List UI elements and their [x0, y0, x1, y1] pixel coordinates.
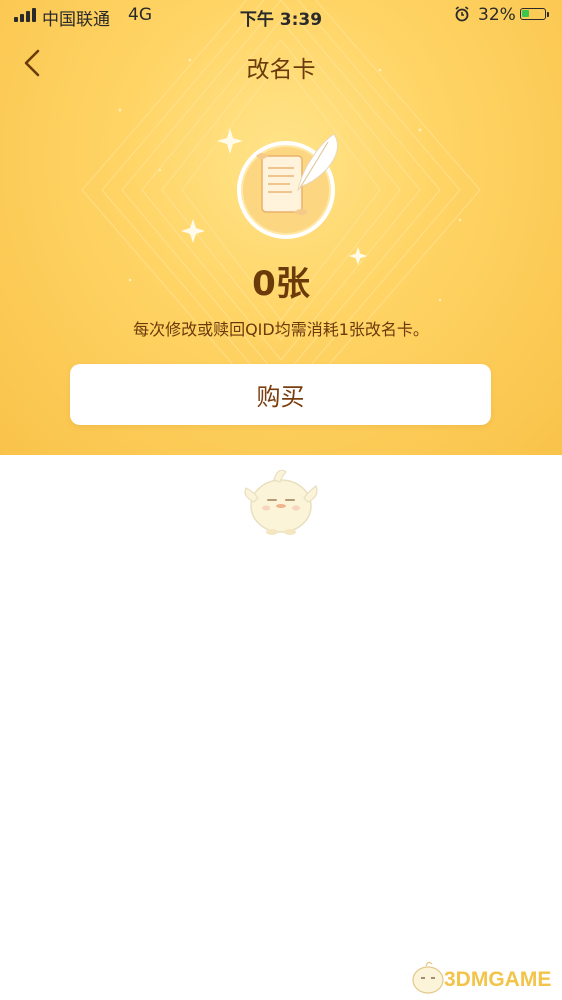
penguin-mascot-icon	[244, 469, 318, 535]
watermark-mascot-icon	[412, 961, 444, 994]
battery-tip	[547, 12, 549, 17]
watermark-text: 3DMGAME	[444, 968, 552, 991]
header-panel: 中国联通 4G 下午 3:39 32% 改名卡 0张 每次修改或赎回QID均需消…	[0, 0, 562, 455]
sparkle-icon	[181, 219, 205, 243]
alarm-clock-icon	[455, 6, 469, 22]
buy-button[interactable]: 购买	[70, 364, 491, 425]
status-bar: 中国联通 4G 下午 3:39 32%	[0, 0, 562, 30]
page-title: 改名卡	[246, 57, 316, 83]
watermark: 3DMGAME	[408, 958, 558, 998]
battery-fill	[522, 10, 529, 17]
battery-percent: 32%	[478, 5, 516, 25]
card-count: 0张	[252, 264, 310, 304]
battery-icon	[520, 8, 546, 20]
scroll-quill-icon	[217, 128, 339, 239]
card-description: 每次修改或赎回QID均需消耗1张改名卡。	[133, 320, 429, 339]
